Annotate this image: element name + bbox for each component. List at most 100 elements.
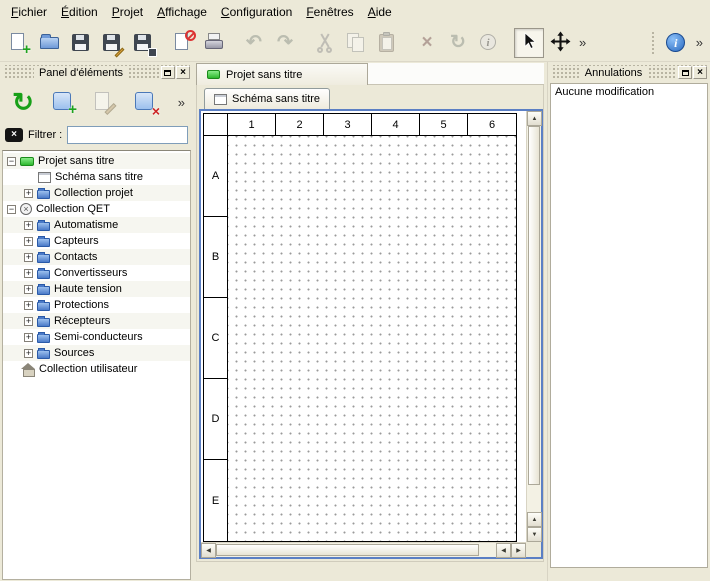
menu-edition[interactable]: Édition [54, 1, 105, 23]
expand-icon[interactable]: + [24, 253, 33, 262]
scroll-right-button[interactable]: ▶ [511, 543, 526, 558]
toolbar-handle[interactable] [651, 31, 656, 55]
elements-panel-titlebar[interactable]: Panel d'éléments × [3, 65, 190, 80]
tree-item-convertisseurs[interactable]: + Convertisseurs [3, 265, 190, 281]
delete-button[interactable]: × [412, 28, 442, 58]
undo-empty-state: Aucune modification [555, 86, 703, 98]
undo-button[interactable]: ↶ [239, 28, 269, 58]
tree-item-contacts[interactable]: + Contacts [3, 249, 190, 265]
undo-dock-titlebar[interactable]: Annulations × [551, 65, 707, 80]
tab-projet-sans-titre[interactable]: Projet sans titre [196, 63, 368, 85]
folder-icon [37, 190, 50, 199]
expand-icon[interactable]: + [24, 285, 33, 294]
menu-configuration[interactable]: Configuration [214, 1, 299, 23]
tree-item-recepteurs[interactable]: + Récepteurs [3, 313, 190, 329]
vertical-scroll-thumb[interactable] [528, 126, 540, 485]
tree-item-label: Contacts [54, 251, 97, 263]
dock-close-button[interactable]: × [176, 66, 190, 79]
save-as-button[interactable] [97, 28, 127, 58]
tree-item-semi-conducteurs[interactable]: + Semi-conducteurs [3, 329, 190, 345]
save-button[interactable] [66, 28, 96, 58]
horizontal-scrollbar[interactable]: ◀ ◀ ▶ [201, 542, 526, 557]
redo-button[interactable]: ↷ [270, 28, 300, 58]
expand-icon[interactable]: + [24, 221, 33, 230]
expand-icon[interactable]: + [24, 301, 33, 310]
collapse-icon[interactable]: − [7, 157, 16, 166]
scroll-up-button-2[interactable]: ▲ [527, 512, 542, 527]
menu-fichier[interactable]: Fichier [4, 1, 54, 23]
ruler-corner [204, 114, 228, 135]
print-button[interactable] [199, 28, 229, 58]
pan-tool-button[interactable] [545, 28, 575, 58]
copy-icon [345, 32, 367, 54]
paste-button[interactable] [372, 28, 402, 58]
elements-tree[interactable]: − Projet sans titre Schéma sans titre + … [2, 150, 191, 580]
tree-item-collection-utilisateur[interactable]: Collection utilisateur [3, 361, 190, 377]
tree-item-schema-sans-titre[interactable]: Schéma sans titre [3, 169, 190, 185]
vertical-scroll-track[interactable] [527, 126, 541, 512]
mdi-area: Projet sans titre Schéma sans titre [193, 62, 547, 581]
cut-button[interactable] [310, 28, 340, 58]
delete-element-button[interactable]: × [129, 85, 163, 119]
expand-icon[interactable]: + [24, 349, 33, 358]
tree-item-haute-tension[interactable]: + Haute tension [3, 281, 190, 297]
reload-collections-button[interactable]: ↻ [6, 85, 40, 119]
float-icon [164, 70, 171, 76]
new-document-button[interactable]: + [4, 28, 34, 58]
edit-element-button[interactable] [88, 85, 122, 119]
element-info-button[interactable]: i [474, 28, 504, 58]
select-arrow-icon [520, 32, 538, 53]
tree-item-label: Récepteurs [54, 315, 110, 327]
menu-fenetres[interactable]: Fenêtres [299, 1, 360, 23]
dock-float-button[interactable] [678, 66, 692, 79]
close-document-button[interactable] [168, 28, 198, 58]
help-toolbar-overflow-button[interactable]: » [693, 35, 706, 50]
scroll-left-button[interactable]: ◀ [201, 543, 216, 558]
menu-affichage[interactable]: Affichage [150, 1, 214, 23]
dock-float-button[interactable] [161, 66, 175, 79]
tree-item-automatisme[interactable]: + Automatisme [3, 217, 190, 233]
horizontal-scroll-track[interactable] [216, 543, 496, 557]
scroll-left-button-2[interactable]: ◀ [496, 543, 511, 558]
menu-aide[interactable]: Aide [361, 1, 399, 23]
diagram-view[interactable]: 1 2 3 4 5 6 A B C [199, 109, 543, 559]
undo-dock-title: Annulations [580, 67, 648, 79]
main-toolbar: + ↶ ↷ [0, 24, 710, 62]
save-all-button[interactable] [128, 28, 158, 58]
panel-toolbar-overflow-button[interactable]: » [176, 95, 187, 110]
collapse-icon[interactable]: − [7, 205, 16, 214]
expand-icon[interactable]: + [24, 189, 33, 198]
tree-item-projet-sans-titre[interactable]: − Projet sans titre [3, 153, 190, 169]
undo-list[interactable]: Aucune modification [550, 83, 708, 568]
rotate-button[interactable]: ↻ [443, 28, 473, 58]
filter-input[interactable] [67, 126, 188, 144]
horizontal-scroll-thumb[interactable] [216, 544, 479, 556]
menu-projet[interactable]: Projet [105, 1, 150, 23]
new-element-button[interactable]: + [47, 85, 81, 119]
expand-icon[interactable]: + [24, 237, 33, 246]
tree-item-collection-qet[interactable]: − × Collection QET [3, 201, 190, 217]
tree-item-sources[interactable]: + Sources [3, 345, 190, 361]
vertical-scrollbar[interactable]: ▲ ▲ ▼ [526, 111, 541, 542]
diagram-canvas[interactable]: 1 2 3 4 5 6 A B C [201, 111, 526, 542]
toolbar-overflow-button[interactable]: » [576, 35, 589, 50]
open-project-button[interactable] [35, 28, 65, 58]
select-tool-button[interactable] [514, 28, 544, 58]
scroll-down-button[interactable]: ▼ [527, 527, 542, 542]
copy-button[interactable] [341, 28, 371, 58]
expand-icon[interactable]: + [24, 317, 33, 326]
clear-filter-button[interactable]: × [5, 128, 23, 142]
column-ruler: 1 2 3 4 5 6 [204, 114, 516, 136]
expand-icon[interactable]: + [24, 269, 33, 278]
dock-close-button[interactable]: × [693, 66, 707, 79]
tree-item-collection-projet[interactable]: + Collection projet [3, 185, 190, 201]
scroll-up-button[interactable]: ▲ [527, 111, 542, 126]
dot-grid-area[interactable] [228, 136, 516, 541]
expand-icon[interactable]: + [24, 333, 33, 342]
tabbar-empty-area [368, 63, 544, 85]
undo-icon: ↶ [246, 33, 262, 52]
tree-item-capteurs[interactable]: + Capteurs [3, 233, 190, 249]
about-button[interactable]: i [661, 28, 691, 58]
tab-schema-sans-titre[interactable]: Schéma sans titre [204, 88, 330, 109]
tree-item-protections[interactable]: + Protections [3, 297, 190, 313]
